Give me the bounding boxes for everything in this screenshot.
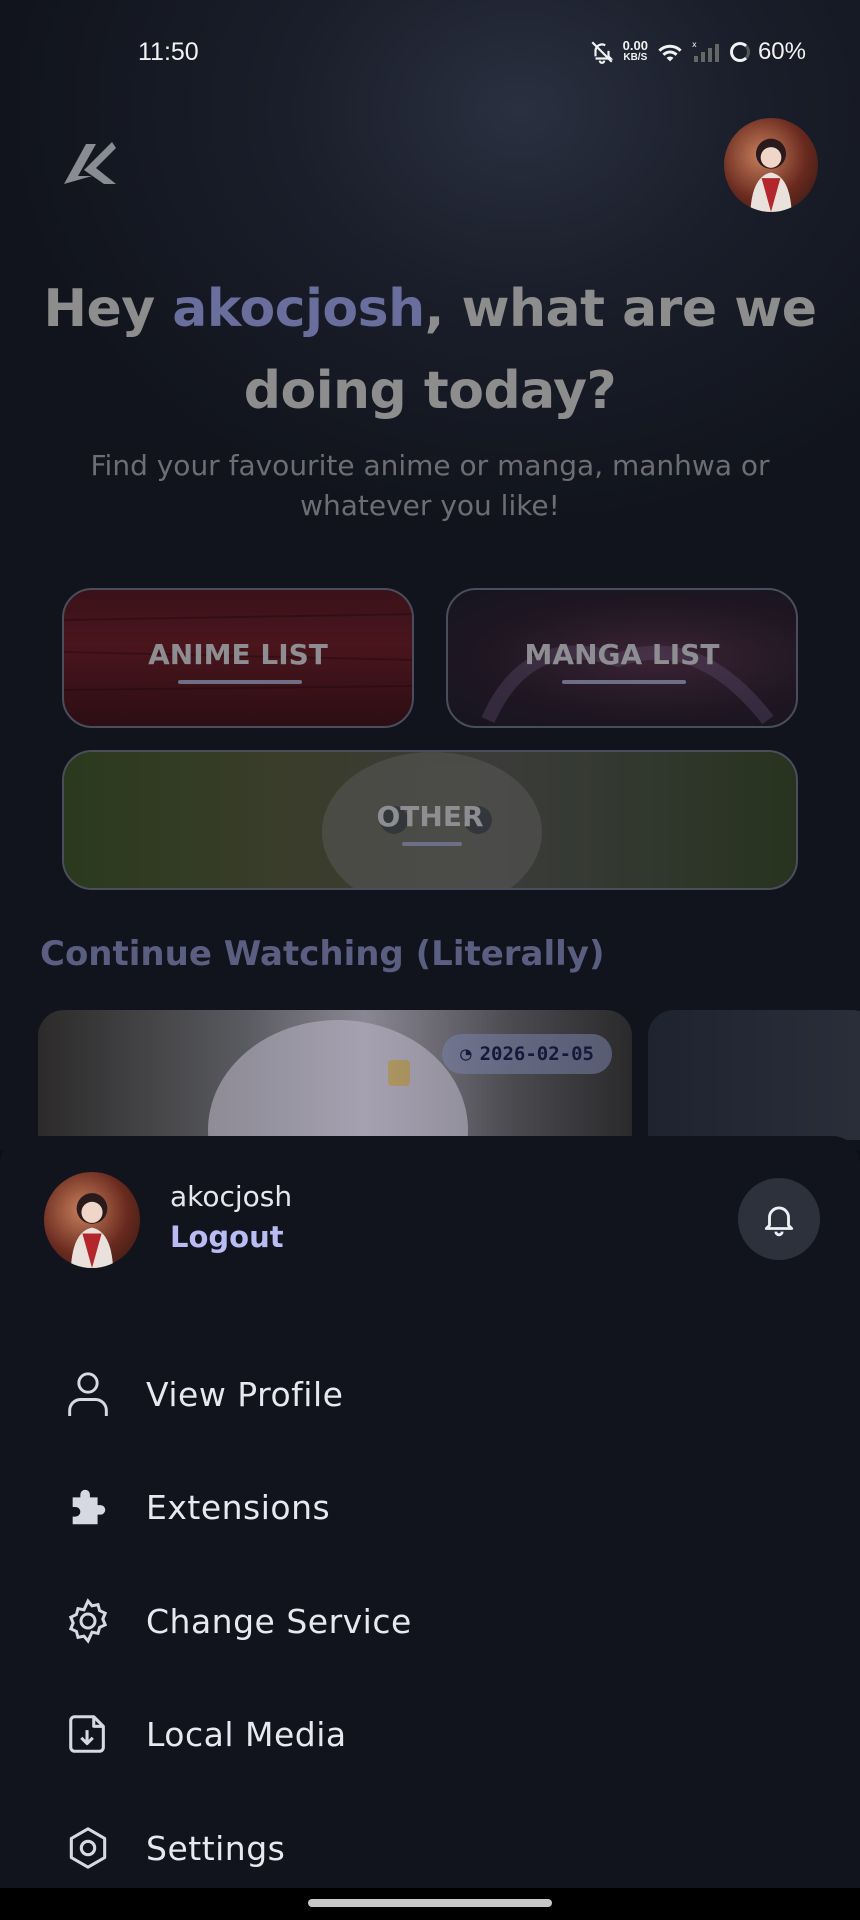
continue-watching-card[interactable] — [648, 1010, 860, 1140]
bell-icon — [764, 1206, 794, 1237]
status-icons: 0.00 KB/S x 60% — [589, 38, 806, 66]
download-file-icon — [62, 1708, 114, 1760]
menu-label: Local Media — [146, 1714, 347, 1754]
menu-local-media[interactable]: Local Media — [0, 1684, 860, 1784]
other-underline — [402, 842, 462, 846]
puzzle-icon — [62, 1481, 114, 1533]
net-speed: 0.00 KB/S — [622, 38, 648, 63]
manga-list-card[interactable]: MANGA LIST — [446, 588, 798, 728]
logout-button[interactable]: Logout — [170, 1220, 284, 1254]
anime-list-label: ANIME LIST — [148, 638, 328, 671]
greeting-subtitle: Find your favourite anime or manga, manh… — [90, 449, 770, 522]
menu-label: Change Service — [146, 1601, 412, 1641]
menu-view-profile[interactable]: View Profile — [0, 1344, 860, 1444]
mute-bell-icon — [591, 41, 613, 64]
gear-sparkle-icon — [62, 1595, 114, 1647]
person-icon — [62, 1368, 114, 1420]
greeting-username: akocjosh — [172, 279, 425, 339]
continue-watching-card[interactable]: ◔ 2026-02-05 — [38, 1010, 632, 1140]
menu-change-service[interactable]: Change Service — [0, 1571, 860, 1671]
signal-icon: x — [692, 40, 719, 62]
status-bar: 11:50 0.00 KB/S x 60% — [0, 38, 860, 74]
profile-bottom-sheet: akocjosh Logout View Profile Extensions — [0, 1136, 860, 1888]
avatar[interactable] — [724, 118, 818, 212]
sheet-username: akocjosh — [170, 1180, 293, 1213]
menu-label: Settings — [146, 1828, 286, 1868]
other-card[interactable]: OTHER — [62, 750, 798, 890]
menu-label: View Profile — [146, 1374, 344, 1414]
anime-list-card[interactable]: ANIME LIST — [62, 588, 414, 728]
menu-settings[interactable]: Settings — [0, 1798, 860, 1898]
home-indicator[interactable] — [308, 1899, 552, 1907]
continue-watching-title: Continue Watching (Literally) — [40, 934, 605, 974]
battery-icon — [729, 42, 750, 62]
anime-list-underline — [178, 680, 302, 684]
menu-extensions[interactable]: Extensions — [0, 1457, 860, 1557]
clock-icon: ◔ — [460, 1043, 472, 1065]
date-badge: ◔ 2026-02-05 — [442, 1034, 612, 1074]
app-logo-icon[interactable] — [62, 140, 118, 190]
manga-list-underline — [562, 680, 686, 684]
other-label: OTHER — [376, 800, 484, 833]
manga-list-label: MANGA LIST — [524, 638, 720, 671]
svg-text:x: x — [692, 40, 697, 49]
hexagon-settings-icon — [62, 1822, 114, 1874]
battery-level: 60% — [757, 38, 806, 65]
avatar[interactable] — [44, 1172, 140, 1268]
wifi-icon — [658, 44, 682, 62]
greeting-headline: Hey akocjosh, what are we doing today? — [43, 279, 817, 421]
menu-label: Extensions — [146, 1487, 331, 1527]
status-time: 11:50 — [138, 38, 199, 66]
notifications-button[interactable] — [738, 1178, 820, 1260]
